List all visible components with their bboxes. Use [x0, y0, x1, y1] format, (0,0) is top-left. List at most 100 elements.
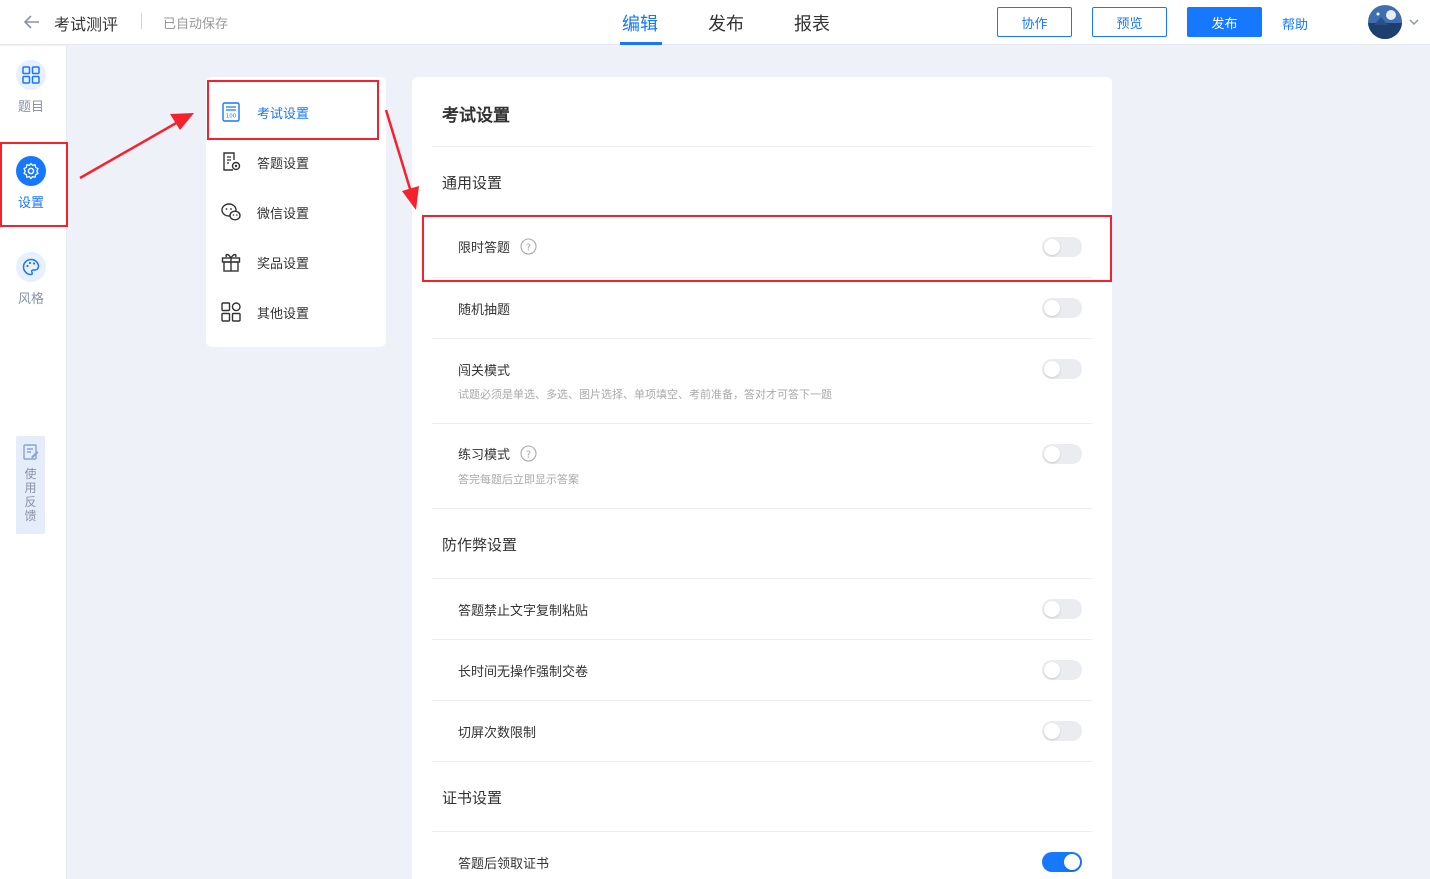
- preview-button[interactable]: 预览: [1092, 7, 1167, 37]
- rail-label-settings: 设置: [17, 196, 44, 211]
- wechat-icon: [221, 203, 241, 221]
- panel-title: 考试设置: [442, 106, 510, 126]
- toggle-knob: [1044, 662, 1060, 678]
- section-title-anticheat: 防作弊设置: [442, 536, 518, 554]
- divider: [432, 216, 1092, 217]
- divider: [432, 761, 1092, 762]
- collaborate-button[interactable]: 协作: [997, 7, 1072, 37]
- toggle-certificate[interactable]: [1042, 852, 1082, 872]
- avatar-image-icon: [1368, 5, 1402, 39]
- toggle-timed[interactable]: [1042, 237, 1082, 257]
- setting-label-level: 闯关模式: [458, 364, 511, 379]
- rail-item-settings[interactable]: 设置: [0, 142, 62, 222]
- divider: [432, 338, 1092, 339]
- feedback-button[interactable]: 使用反馈: [16, 436, 45, 534]
- divider: [432, 423, 1092, 424]
- setting-label-practice: 练习模式: [458, 448, 511, 463]
- setting-row-practice: 练习模式 ?: [458, 444, 537, 463]
- submenu-item-exam-settings[interactable]: 100 考试设置: [206, 87, 386, 137]
- toggle-level[interactable]: [1042, 359, 1082, 379]
- setting-row-certificate: 答题后领取证书: [458, 853, 549, 872]
- toggle-knob: [1044, 239, 1060, 255]
- help-link[interactable]: 帮助: [1282, 14, 1308, 33]
- svg-text:100: 100: [226, 114, 237, 120]
- publish-button[interactable]: 发布: [1187, 7, 1262, 37]
- autosave-status: 已自动保存: [163, 17, 229, 32]
- setting-row-random: 随机抽题: [458, 299, 510, 318]
- setting-label-certificate: 答题后领取证书: [458, 857, 550, 872]
- submenu-label-other: 其他设置: [257, 306, 310, 322]
- tab-edit[interactable]: 编辑: [622, 10, 658, 36]
- divider: [432, 639, 1092, 640]
- palette-icon: [16, 252, 46, 282]
- toggle-knob: [1044, 601, 1060, 617]
- toggle-nocopy[interactable]: [1042, 599, 1082, 619]
- toggle-knob: [1044, 723, 1060, 739]
- submenu-item-answer-settings[interactable]: 答题设置: [206, 137, 386, 187]
- document-gear-icon: [223, 152, 241, 171]
- toggle-switch-screen[interactable]: [1042, 721, 1082, 741]
- setting-row-nocopy: 答题禁止文字复制粘贴: [458, 600, 588, 619]
- submenu-item-wechat-settings[interactable]: 微信设置: [206, 187, 386, 237]
- grid-icon: [16, 60, 46, 90]
- svg-text:?: ?: [526, 449, 531, 460]
- svg-text:?: ?: [526, 242, 531, 253]
- setting-label-idle: 长时间无操作强制交卷: [458, 665, 589, 680]
- rail-label-style: 风格: [17, 292, 44, 307]
- submenu-label-exam: 考试设置: [257, 106, 310, 122]
- left-rail: 题目 设置 风格 使用反馈: [0, 46, 67, 879]
- avatar[interactable]: [1368, 5, 1402, 39]
- setting-label-random: 随机抽题: [458, 303, 511, 318]
- setting-label-timed: 限时答题: [458, 241, 511, 256]
- gear-icon: [16, 156, 46, 186]
- divider: [432, 508, 1092, 509]
- divider: [432, 700, 1092, 701]
- toggle-knob: [1044, 446, 1060, 462]
- section-title-general: 通用设置: [442, 174, 503, 192]
- setting-row-timed: 限时答题 ?: [458, 237, 537, 256]
- setting-row-level: 闯关模式: [458, 360, 510, 379]
- rail-label-questions: 题目: [17, 100, 44, 115]
- divider: [432, 146, 1092, 147]
- arrow-to-submenu: [79, 113, 194, 180]
- submenu-label-answer: 答题设置: [257, 156, 310, 172]
- edit-note-icon: [22, 444, 38, 460]
- submenu-label-prize: 奖品设置: [257, 256, 310, 272]
- gift-icon: [221, 253, 241, 272]
- submenu-label-wechat: 微信设置: [257, 206, 310, 222]
- help-circle-icon[interactable]: ?: [520, 445, 537, 462]
- help-circle-icon[interactable]: ?: [520, 238, 537, 255]
- settings-submenu: 100 考试设置 答题设置 微信设置 奖品设置 其他设置: [206, 77, 386, 347]
- title-divider: [141, 13, 142, 29]
- chevron-down-icon[interactable]: [1408, 16, 1420, 28]
- setting-label-nocopy: 答题禁止文字复制粘贴: [458, 604, 589, 619]
- setting-desc-practice: 答完每题后立即显示答案: [458, 473, 579, 486]
- rail-item-questions[interactable]: 题目: [0, 46, 62, 126]
- exam-settings-panel: 考试设置 通用设置 限时答题 ? 随机抽题 闯关模式 试题必须是单选、多选、图片…: [412, 77, 1112, 879]
- toggle-knob: [1044, 361, 1060, 377]
- back-arrow-icon[interactable]: [22, 12, 42, 32]
- submenu-item-other-settings[interactable]: 其他设置: [206, 287, 386, 337]
- score-sheet-icon: 100: [222, 102, 240, 122]
- toggle-knob: [1064, 854, 1080, 870]
- setting-desc-level: 试题必须是单选、多选、图片选择、单项填空、考前准备，答对才可答下一题: [458, 388, 832, 401]
- tab-publish[interactable]: 发布: [708, 10, 744, 36]
- app-title: 考试测评: [54, 15, 119, 34]
- submenu-item-prize-settings[interactable]: 奖品设置: [206, 237, 386, 287]
- toggle-random[interactable]: [1042, 298, 1082, 318]
- tab-report[interactable]: 报表: [794, 10, 830, 36]
- rail-item-style[interactable]: 风格: [0, 238, 62, 318]
- divider: [432, 831, 1092, 832]
- active-tab-indicator: [620, 42, 662, 45]
- toggle-idle[interactable]: [1042, 660, 1082, 680]
- feedback-label: 使用反馈: [24, 467, 37, 523]
- divider: [432, 277, 1092, 278]
- setting-row-switch-screen: 切屏次数限制: [458, 722, 536, 741]
- top-bar: 考试测评 已自动保存 编辑 发布 报表 协作 预览 发布 帮助: [0, 0, 1430, 45]
- toggle-practice[interactable]: [1042, 444, 1082, 464]
- setting-label-switch-screen: 切屏次数限制: [458, 726, 537, 741]
- apps-icon: [221, 302, 241, 322]
- toggle-knob: [1044, 300, 1060, 316]
- setting-row-idle: 长时间无操作强制交卷: [458, 661, 588, 680]
- section-title-certificate: 证书设置: [442, 789, 503, 807]
